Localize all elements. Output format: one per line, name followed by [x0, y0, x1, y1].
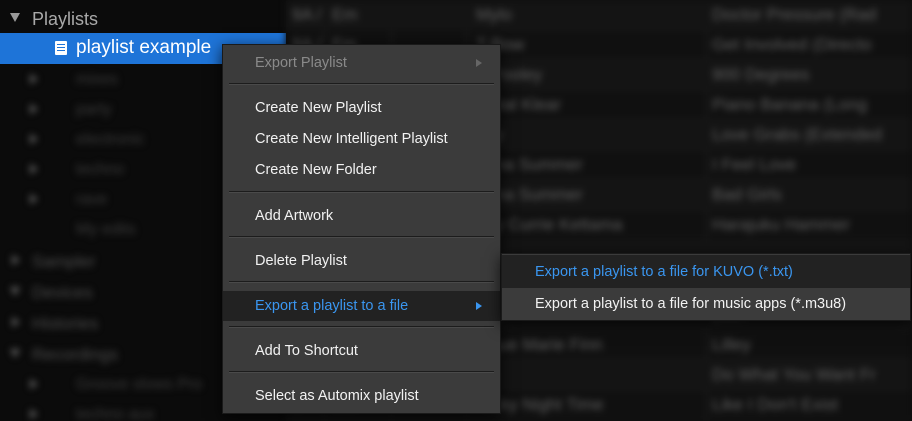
- menu-item-delete-playlist[interactable]: Delete Playlist: [223, 246, 500, 276]
- tree-item-label: techno: [76, 161, 125, 178]
- menu-separator: [229, 83, 494, 85]
- context-menu: Export Playlist Create New Playlist Crea…: [222, 44, 501, 414]
- collapse-arrow-icon[interactable]: [10, 349, 20, 358]
- menu-item-label: Select as Automix playlist: [255, 388, 419, 404]
- expand-arrow-icon[interactable]: [30, 74, 38, 84]
- table-cell-key: 9A /: [292, 5, 322, 24]
- tree-label-playlists: Playlists: [32, 9, 99, 29]
- expand-arrow-icon[interactable]: [30, 104, 38, 114]
- submenu-item-export-m3u8[interactable]: Export a playlist to a file for music ap…: [502, 287, 910, 320]
- menu-item-label: Export Playlist: [255, 55, 347, 71]
- submenu-item-label: Export a playlist to a file for music ap…: [535, 296, 847, 312]
- table-cell-title: Love Grabs (Extended: [712, 125, 883, 144]
- tree-item-label: My edits: [76, 221, 136, 238]
- menu-item-export-playlist[interactable]: Export Playlist: [223, 48, 500, 78]
- tree-label-recordings: Recordings: [32, 345, 118, 364]
- tree-item-label: Groove slows Pro: [76, 376, 203, 393]
- menu-item-label: Create New Intelligent Playlist: [255, 131, 448, 147]
- table-cell-artist: Mylo: [476, 5, 512, 24]
- menu-item-add-to-shortcut[interactable]: Add To Shortcut: [223, 336, 500, 366]
- table-cell-title: Get Involved (Directo: [712, 35, 872, 54]
- table-cell-title: Bad Girls: [712, 185, 782, 204]
- collapse-arrow-icon[interactable]: [10, 13, 20, 22]
- table-row[interactable]: 9A / Em Mylo Doctor Pressure (Rad: [286, 0, 912, 30]
- playlist-icon: [55, 41, 67, 55]
- menu-item-label: Create New Playlist: [255, 100, 382, 116]
- expand-arrow-icon[interactable]: [12, 255, 20, 265]
- menu-item-export-playlist-to-file[interactable]: Export a playlist to a file: [223, 291, 500, 321]
- tree-item-label: techno aux: [76, 406, 155, 421]
- menu-item-label: Add To Shortcut: [255, 343, 358, 359]
- expand-arrow-icon[interactable]: [30, 164, 38, 174]
- table-cell-title: Do What You Want Fr: [712, 365, 876, 384]
- expand-arrow-icon[interactable]: [30, 194, 38, 204]
- menu-item-label: Export a playlist to a file: [255, 298, 409, 314]
- table-cell-title: I Feel Love: [712, 155, 797, 174]
- menu-item-create-new-folder[interactable]: Create New Folder: [223, 155, 500, 185]
- expand-arrow-icon[interactable]: [30, 134, 38, 144]
- table-cell-title: Lilley: [712, 335, 751, 354]
- submenu-item-export-kuvo[interactable]: Export a playlist to a file for KUVO (*.…: [502, 255, 910, 288]
- selected-playlist-label: playlist example: [76, 37, 212, 58]
- table-cell-key-name: Em: [332, 5, 358, 24]
- menu-separator: [229, 236, 494, 238]
- table-cell-title: Doctor Pressure (Rad: [712, 5, 877, 24]
- menu-separator: [229, 326, 494, 328]
- menu-separator: [229, 371, 494, 373]
- export-submenu: Export a playlist to a file for KUVO (*.…: [501, 253, 911, 321]
- table-cell-title: Harajuku Hammer: [712, 215, 850, 234]
- table-cell-title: Piano Banana (Long: [712, 95, 868, 114]
- menu-item-create-new-playlist[interactable]: Create New Playlist: [223, 93, 500, 123]
- menu-item-label: Create New Folder: [255, 162, 377, 178]
- submenu-item-label: Export a playlist to a file for KUVO (*.…: [535, 264, 793, 280]
- tree-item-label: electronic: [76, 131, 145, 148]
- tree-label-sampler: Sampler: [32, 252, 96, 271]
- table-cell-title: Like I Don't Exist: [712, 395, 839, 414]
- menu-item-select-automix-playlist[interactable]: Select as Automix playlist: [223, 381, 500, 411]
- expand-arrow-icon[interactable]: [30, 379, 38, 389]
- tree-item-label: party: [76, 101, 112, 118]
- menu-item-add-artwork[interactable]: Add Artwork: [223, 201, 500, 231]
- table-cell-title: 900 Degrees: [712, 65, 810, 84]
- submenu-arrow-icon: [476, 59, 482, 67]
- tree-label-histories: Histories: [32, 314, 99, 333]
- menu-separator: [229, 191, 494, 193]
- menu-separator: [229, 281, 494, 283]
- tree-item-label: mixes: [76, 71, 118, 88]
- tree-label-devices: Devices: [32, 283, 93, 302]
- submenu-arrow-icon: [476, 302, 482, 310]
- expand-arrow-icon[interactable]: [30, 409, 38, 419]
- menu-item-label: Delete Playlist: [255, 253, 347, 269]
- tree-item-label: rave: [76, 191, 108, 208]
- collapse-arrow-icon[interactable]: [10, 287, 20, 296]
- menu-item-label: Add Artwork: [255, 208, 334, 224]
- menu-item-create-intelligent-playlist[interactable]: Create New Intelligent Playlist: [223, 124, 500, 154]
- expand-arrow-icon[interactable]: [12, 317, 20, 327]
- tree-item-playlists[interactable]: Playlists: [0, 3, 286, 34]
